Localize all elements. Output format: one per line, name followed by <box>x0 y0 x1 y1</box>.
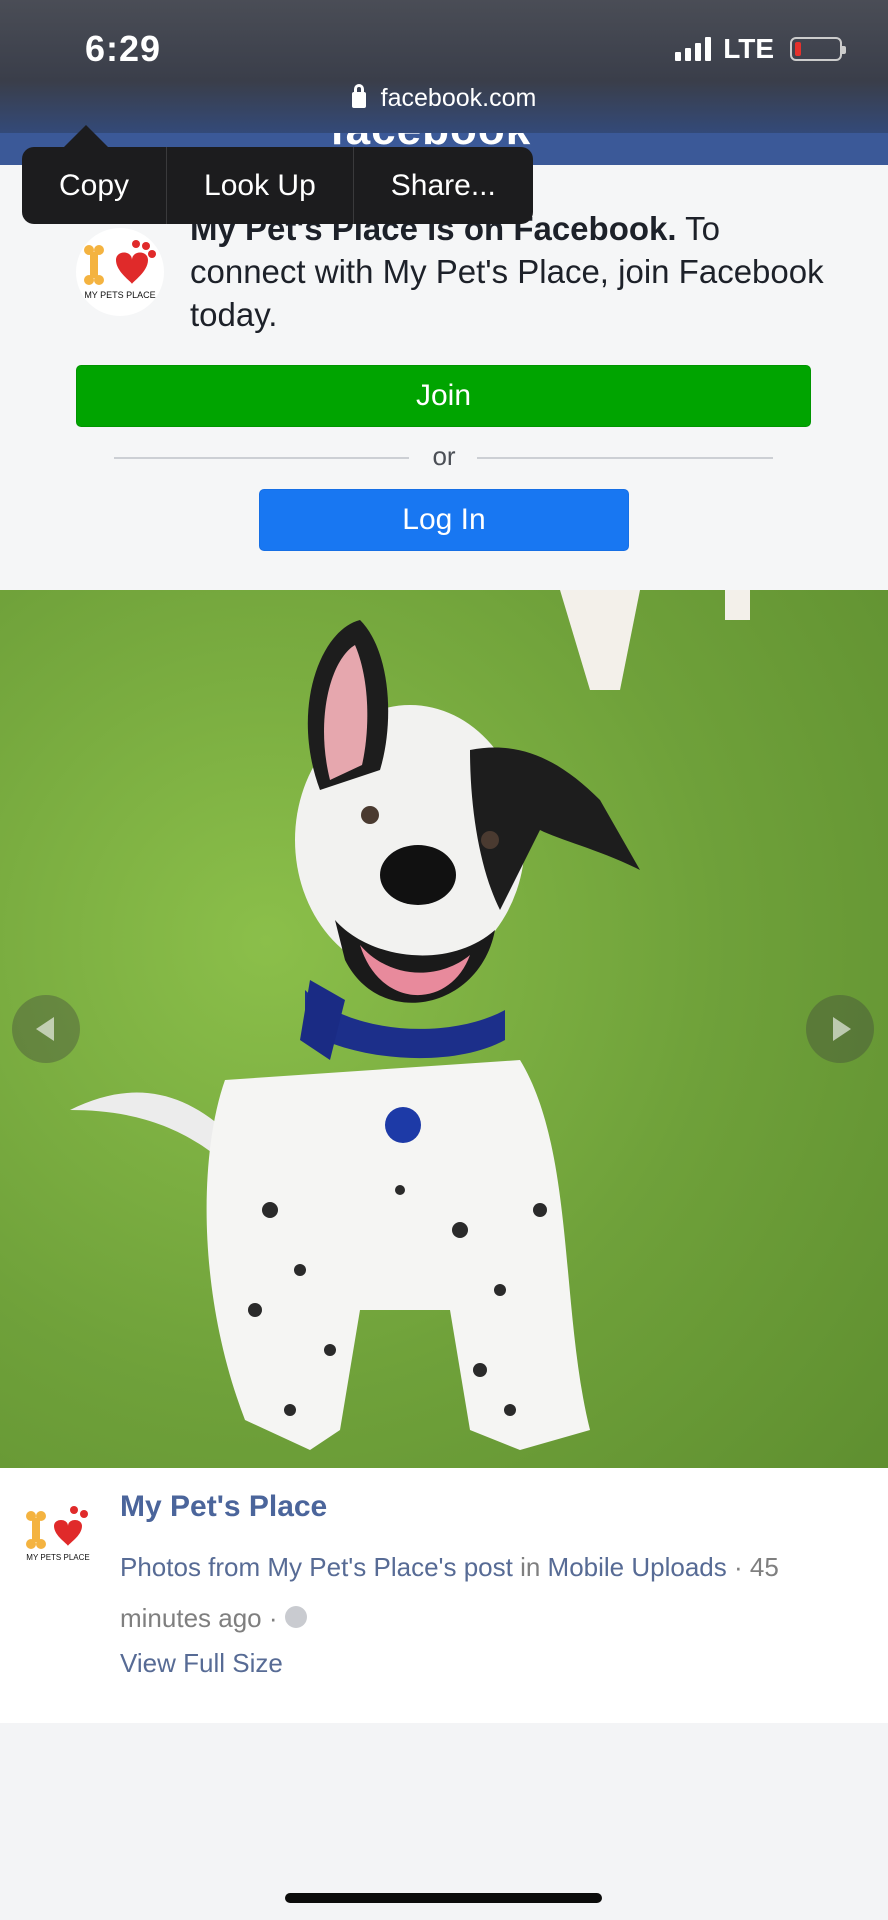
dog-photo[interactable] <box>0 590 888 1468</box>
album-link[interactable]: Mobile Uploads <box>548 1552 727 1582</box>
globe-icon <box>284 1606 307 1629</box>
post-meta: Photos from My Pet's Place's post in Mob… <box>120 1542 850 1644</box>
or-label: or <box>432 441 456 471</box>
next-photo-button[interactable] <box>806 995 874 1063</box>
divider-left <box>114 457 409 459</box>
svg-text:MY PETS PLACE: MY PETS PLACE <box>26 1553 89 1562</box>
signal-icon <box>675 37 712 61</box>
logo-text: MY PETS PLACE <box>84 290 155 300</box>
url-text: facebook.com <box>380 84 537 112</box>
join-headline: My Pet's Place is on Facebook. To connec… <box>190 207 830 336</box>
divider-right <box>477 457 773 459</box>
post-source-link[interactable]: Photos from My Pet's Place's post <box>120 1552 513 1582</box>
join-card: MY PETS PLACE My Pet's Place is on Faceb… <box>0 165 888 590</box>
text-context-menu: Copy Look Up Share... <box>22 125 533 224</box>
meta-in: in <box>512 1552 548 1582</box>
dog-illustration <box>70 590 750 1450</box>
look-up-menu-item[interactable]: Look Up <box>167 147 354 224</box>
home-indicator[interactable] <box>285 1893 602 1903</box>
copy-menu-item[interactable]: Copy <box>22 147 168 224</box>
browser-chrome: 6:29 LTE facebook.com <box>0 0 888 135</box>
post-info: MY PETS PLACE My Pet's Place Photos from… <box>0 1468 888 1723</box>
page-avatar: MY PETS PLACE <box>76 228 164 316</box>
lock-icon <box>351 84 366 108</box>
previous-photo-button[interactable] <box>12 995 80 1063</box>
join-button[interactable]: Join <box>76 365 811 427</box>
my-pets-place-logo-icon: MY PETS PLACE <box>84 240 156 300</box>
status-indicators: LTE <box>675 33 846 64</box>
share-menu-item[interactable]: Share... <box>354 147 533 224</box>
post-avatar-logo-icon[interactable]: MY PETS PLACE <box>22 1498 98 1574</box>
login-button[interactable]: Log In <box>259 489 629 551</box>
battery-icon <box>790 37 846 61</box>
chevron-left-icon <box>36 1017 54 1041</box>
status-time: 6:29 <box>85 28 162 69</box>
network-label: LTE <box>723 33 774 64</box>
page-name-link[interactable]: My Pet's Place <box>120 1490 327 1524</box>
view-full-size-link[interactable]: View Full Size <box>120 1648 283 1679</box>
address-bar[interactable]: facebook.com <box>0 84 888 113</box>
chevron-right-icon <box>833 1017 851 1041</box>
